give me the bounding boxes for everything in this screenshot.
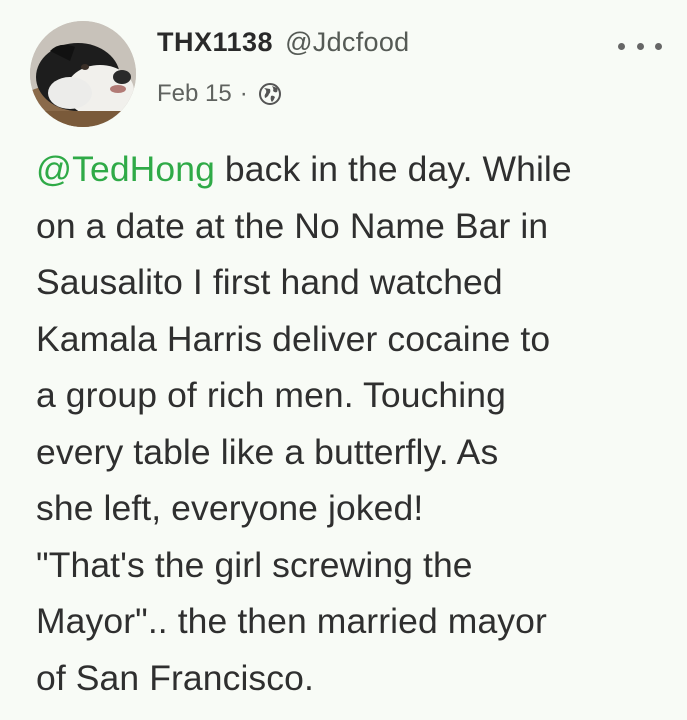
mention-link[interactable]: @TedHong xyxy=(36,149,215,189)
post-line: @TedHong back in the day. While xyxy=(36,141,676,198)
post-date[interactable]: Feb 15 xyxy=(157,80,232,108)
dog-avatar-icon xyxy=(30,21,136,127)
post-line: on a date at the No Name Bar in xyxy=(36,205,549,246)
user-handle[interactable]: @Jdcfood xyxy=(285,27,409,58)
post-line: a group of rich men. Touching xyxy=(36,375,506,415)
post-meta: Feb 15 · xyxy=(157,80,607,108)
display-name[interactable]: THX1138 xyxy=(157,27,273,58)
more-dot-icon xyxy=(636,42,644,50)
post-card: THX1138 @Jdcfood Feb 15 · @TedHong back … xyxy=(0,0,687,720)
post-line: every table like a butterfly. As xyxy=(36,431,499,472)
post-line-text: back in the day. While xyxy=(214,149,572,189)
meta-separator: · xyxy=(239,80,248,107)
more-dot-icon xyxy=(655,42,662,50)
post-line: she left, everyone joked! xyxy=(36,488,424,528)
more-options-icon[interactable] xyxy=(618,38,662,54)
post-line: Kamala Harris deliver cocaine to xyxy=(36,318,551,359)
post-line: "That's the girl screwing the xyxy=(36,544,473,585)
post-header: THX1138 @Jdcfood Feb 15 · xyxy=(157,27,607,108)
avatar[interactable] xyxy=(30,21,136,127)
post-line: Mayor".. the then married mayor xyxy=(36,601,547,641)
post-line: Sausalito I first hand watched xyxy=(36,262,503,302)
name-row: THX1138 @Jdcfood xyxy=(157,27,607,58)
post-body: @TedHong back in the day. While on a dat… xyxy=(36,141,676,706)
more-dot-icon xyxy=(618,42,625,50)
globe-icon xyxy=(258,82,282,106)
post-line: of San Francisco. xyxy=(36,657,314,698)
